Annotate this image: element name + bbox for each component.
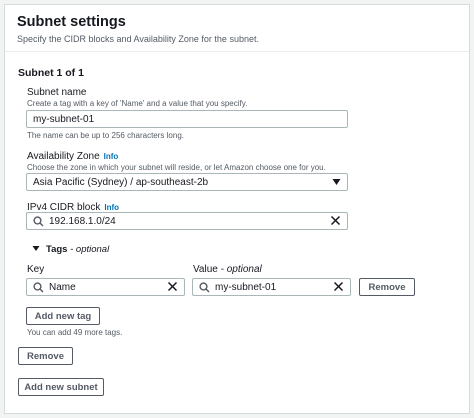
search-icon <box>195 281 213 293</box>
subnet-name-constraint: The name can be up to 256 characters lon… <box>27 131 184 140</box>
az-label: Availability Zone Info <box>27 151 118 162</box>
subnet-name-label: Subnet name <box>27 87 87 98</box>
az-description: Choose the zone in which your subnet wil… <box>27 163 326 172</box>
tag-value-optional: - optional <box>220 264 262 275</box>
tag-key-value: Name <box>49 281 76 293</box>
az-info-link[interactable]: Info <box>104 152 119 161</box>
caret-down-toggle-icon <box>32 244 40 255</box>
tags-expander[interactable]: Tags - optional <box>32 244 109 255</box>
remove-subnet-button[interactable]: Remove <box>18 347 73 365</box>
subnet-name-input[interactable]: my-subnet-01 <box>26 110 348 128</box>
add-new-tag-button[interactable]: Add new tag <box>26 307 100 325</box>
caret-down-icon <box>332 178 341 189</box>
page-title: Subnet settings <box>17 14 126 30</box>
tag-value-input[interactable]: my-subnet-01 <box>192 278 351 296</box>
clear-icon[interactable] <box>330 215 341 229</box>
cidr-info-link[interactable]: Info <box>104 203 119 212</box>
cidr-value: 192.168.1.0/24 <box>49 215 116 227</box>
tag-limit-note: You can add 49 more tags. <box>27 328 123 337</box>
subnet-title: Subnet 1 of 1 <box>18 67 84 79</box>
panel-header: Subnet settings Specify the CIDR blocks … <box>5 5 469 52</box>
tag-value-label: Value - optional <box>193 264 262 275</box>
tags-toggle-label: Tags <box>46 244 68 255</box>
tag-key-label: Key <box>27 264 45 275</box>
tag-value-value: my-subnet-01 <box>215 281 277 293</box>
tag-value-label-text: Value <box>193 264 218 275</box>
search-icon <box>29 215 47 227</box>
az-select[interactable]: Asia Pacific (Sydney) / ap-southeast-2b <box>26 173 348 191</box>
cidr-input[interactable]: 192.168.1.0/24 <box>26 212 348 230</box>
az-selected-value: Asia Pacific (Sydney) / ap-southeast-2b <box>33 176 209 188</box>
add-new-subnet-button[interactable]: Add new subnet <box>18 378 104 396</box>
clear-icon[interactable] <box>333 281 344 295</box>
az-label-text: Availability Zone <box>27 151 100 162</box>
tag-key-input[interactable]: Name <box>26 278 185 296</box>
page-description: Specify the CIDR blocks and Availability… <box>17 34 259 44</box>
subnet-settings-panel: Subnet settings Specify the CIDR blocks … <box>4 4 470 414</box>
tags-toggle-optional: - optional <box>70 244 110 255</box>
clear-icon[interactable] <box>167 281 178 295</box>
subnet-name-description: Create a tag with a key of 'Name' and a … <box>27 99 248 108</box>
remove-tag-button[interactable]: Remove <box>359 278 415 296</box>
search-icon <box>29 281 47 293</box>
subnet-name-value: my-subnet-01 <box>33 113 95 125</box>
